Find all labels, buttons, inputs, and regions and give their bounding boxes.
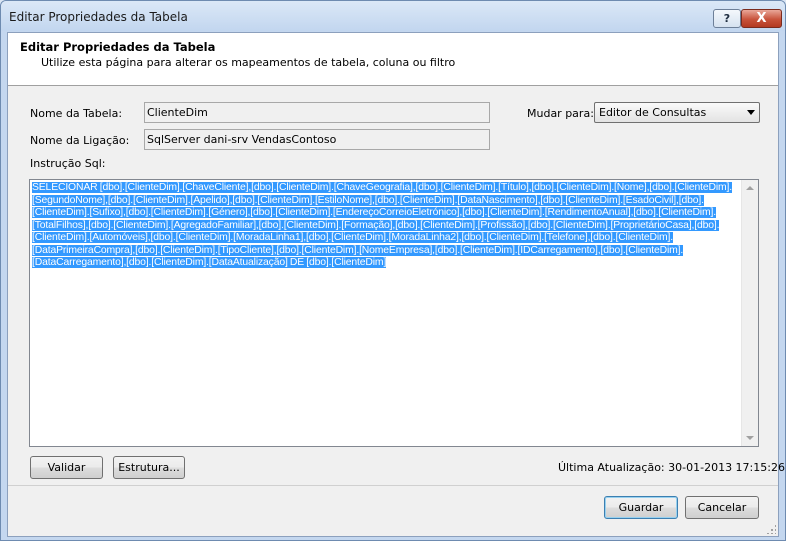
dialog-window: Editar Propriedades da Tabela ? X Editar… — [0, 0, 786, 541]
cancel-button[interactable]: Cancelar — [685, 496, 759, 519]
sql-text[interactable]: SELECIONAR [dbo].[ClienteDim].[ChaveClie… — [32, 182, 737, 270]
connection-name-field[interactable]: SqlServer dani-srv VendasContoso — [144, 129, 490, 150]
page-subtitle: Utilize esta página para alterar os mape… — [41, 56, 456, 69]
resize-grip[interactable] — [766, 524, 776, 534]
table-name-field[interactable]: ClienteDim — [144, 102, 490, 123]
connection-name-label: Nome da Ligação: — [30, 134, 130, 147]
last-update-status: Última Atualização: 30-01-2013 17:15:26 — [558, 461, 785, 474]
footer-divider — [8, 485, 778, 486]
title-bar[interactable]: Editar Propriedades da Tabela ? X — [1, 1, 785, 31]
page-title: Editar Propriedades da Tabela — [20, 40, 216, 54]
switch-to-dropdown[interactable]: Editor de Consultas — [594, 102, 760, 123]
close-button[interactable]: X — [741, 9, 782, 28]
chevron-down-icon — [747, 110, 755, 115]
sql-selected-text: SELECIONAR [dbo].[ClienteDim].[ChaveClie… — [32, 182, 733, 268]
close-icon: X — [756, 11, 767, 26]
structure-button[interactable]: Estrutura... — [113, 456, 185, 479]
window-title: Editar Propriedades da Tabela — [9, 10, 188, 24]
switch-to-label: Mudar para: — [527, 107, 594, 120]
scroll-down-icon[interactable] — [746, 436, 754, 440]
vertical-scrollbar[interactable] — [741, 180, 758, 446]
dialog-body: Editar Propriedades da Tabela Utilize es… — [7, 32, 785, 537]
sql-editor[interactable]: SELECIONAR [dbo].[ClienteDim].[ChaveClie… — [29, 179, 759, 447]
help-button[interactable]: ? — [713, 9, 741, 28]
help-icon: ? — [723, 12, 731, 25]
validate-button[interactable]: Validar — [30, 456, 103, 479]
scroll-up-icon[interactable] — [746, 186, 754, 190]
switch-to-value: Editor de Consultas — [599, 106, 707, 119]
sql-label: Instrução Sql: — [30, 157, 106, 170]
table-name-label: Nome da Tabela: — [30, 107, 123, 120]
header-band: Editar Propriedades da Tabela Utilize es… — [8, 33, 778, 86]
save-button[interactable]: Guardar — [604, 496, 678, 519]
